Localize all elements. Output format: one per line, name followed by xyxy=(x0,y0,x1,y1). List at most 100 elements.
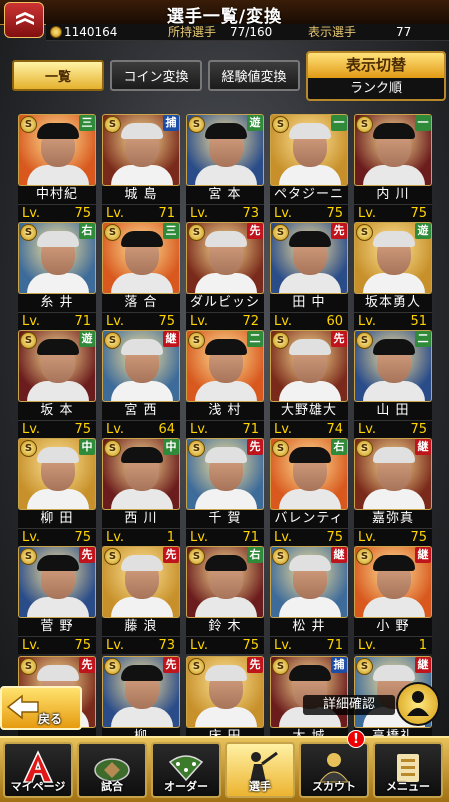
shown-value: 77 xyxy=(396,25,412,39)
player-name: 宮 本 xyxy=(186,186,264,204)
rank-badge-icon: S xyxy=(188,548,205,565)
player-card[interactable]: S 継宮 西 Lv. 64 xyxy=(102,330,180,438)
player-card[interactable]: S 三落 合 Lv. 75 xyxy=(102,222,180,330)
player-card[interactable]: S 右鈴 木 Lv. 75 xyxy=(186,546,264,654)
level-prefix: Lv. xyxy=(190,206,209,221)
position-badge: 捕 xyxy=(331,657,347,673)
player-card[interactable]: S 遊宮 本 Lv. 73 xyxy=(186,114,264,222)
coin-icon xyxy=(50,26,62,38)
tab-coin-convert[interactable]: コイン変換 xyxy=(110,60,202,91)
player-card[interactable]: S 右バレンティンLv. 75 xyxy=(270,438,348,546)
level-value: 75 xyxy=(74,638,91,653)
rank-badge-icon: S xyxy=(188,116,205,133)
player-name: 山 田 xyxy=(354,402,432,420)
player-name: 浅 村 xyxy=(186,402,264,420)
player-name: ダルビッシュ xyxy=(186,294,264,328)
stats-bar: 1140164 所持選手 77/160 表示選手 77 xyxy=(46,24,449,41)
position-badge: 捕 xyxy=(163,115,179,131)
position-badge: 先 xyxy=(331,331,347,347)
nav-mypage-label: マイページ xyxy=(10,780,66,793)
player-card[interactable]: S 先大野雄大 Lv. 74 xyxy=(270,330,348,438)
player-level: Lv. 75 xyxy=(186,636,264,654)
tab-list[interactable]: 一覧 xyxy=(12,60,104,91)
nav-game-label: 試合 xyxy=(101,780,123,793)
position-badge: 三 xyxy=(163,223,179,239)
owned-label: 所持選手 xyxy=(168,25,217,39)
player-card[interactable]: S 二山 田 Lv. 75 xyxy=(354,330,432,438)
player-card[interactable]: S 継嘉弥真 Lv. 75 xyxy=(354,438,432,546)
player-card[interactable]: S先柳Lv. xyxy=(102,656,180,746)
player-card[interactable]: S 右糸 井 Lv. 71 xyxy=(18,222,96,330)
level-prefix: Lv. xyxy=(358,530,377,545)
nav-players[interactable]: 選手 xyxy=(225,742,295,798)
player-card[interactable]: S 継小 野 Lv. 1 xyxy=(354,546,432,654)
player-name: 柳 田 xyxy=(18,510,96,528)
rank-badge-icon: S xyxy=(272,332,289,349)
player-card[interactable]: S 中西 川 Lv. 1 xyxy=(102,438,180,546)
player-card[interactable]: S 遊坂 本 Lv. 75 xyxy=(18,330,96,438)
level-prefix: Lv. xyxy=(106,530,125,545)
level-prefix: Lv. xyxy=(22,422,41,437)
position-badge: 先 xyxy=(331,223,347,239)
bottom-nav: マイページ 試合 オーダー 選手 スカウト メニュー xyxy=(0,736,449,802)
player-card[interactable]: S 捕城 島 Lv. 71 xyxy=(102,114,180,222)
level-value: 51 xyxy=(410,314,427,329)
rank-badge-icon: S xyxy=(272,116,289,133)
player-card[interactable]: S 三中村紀 Lv. 75 xyxy=(18,114,96,222)
back-button[interactable]: 戻る xyxy=(0,686,82,730)
nav-mypage[interactable]: マイページ xyxy=(3,742,73,798)
level-value: 73 xyxy=(242,206,259,221)
position-badge: 一 xyxy=(331,115,347,131)
player-card[interactable]: S 先ダルビッシュLv. 72 xyxy=(186,222,264,330)
position-badge: 右 xyxy=(79,223,95,239)
rank-badge-icon: S xyxy=(104,658,121,675)
level-prefix: Lv. xyxy=(106,638,125,653)
position-badge: 右 xyxy=(247,547,263,563)
display-toggle-button[interactable]: 表示切替 ランク順 xyxy=(306,51,446,101)
player-card[interactable]: S 中柳 田 Lv. 75 xyxy=(18,438,96,546)
player-card[interactable]: S 先菅 野 Lv. 75 xyxy=(18,546,96,654)
player-card[interactable]: S 遊坂本勇人 Lv. 51 xyxy=(354,222,432,330)
position-badge: 先 xyxy=(247,657,263,673)
nav-game[interactable]: 試合 xyxy=(77,742,147,798)
player-name: 大野雄大 xyxy=(270,402,348,420)
nav-menu[interactable]: メニュー xyxy=(373,742,443,798)
player-level: Lv. 64 xyxy=(102,420,180,438)
player-card[interactable]: S 継松 井 Lv. 71 xyxy=(270,546,348,654)
player-level: Lv. 60 xyxy=(270,312,348,330)
rank-badge-icon: S xyxy=(104,440,121,457)
player-card[interactable]: S 先田 中 Lv. 60 xyxy=(270,222,348,330)
level-prefix: Lv. xyxy=(274,206,293,221)
level-value: 72 xyxy=(242,314,259,329)
level-value: 75 xyxy=(410,530,427,545)
tab-exp-convert[interactable]: 経験値変換 xyxy=(208,60,300,91)
detail-check-label[interactable]: 詳細確認 xyxy=(303,695,395,715)
player-name: 田 中 xyxy=(270,294,348,312)
rank-badge-icon: S xyxy=(104,332,121,349)
player-card[interactable]: S先床 田Lv. xyxy=(186,656,264,746)
player-card[interactable]: S 二浅 村 Lv. 71 xyxy=(186,330,264,438)
level-prefix: Lv. xyxy=(274,530,293,545)
display-toggle-title: 表示切替 xyxy=(308,53,444,78)
position-badge: 遊 xyxy=(247,115,263,131)
rank-badge-icon: S xyxy=(356,658,373,675)
player-card[interactable]: S 一内 川 Lv. 75 xyxy=(354,114,432,222)
player-level: Lv. 73 xyxy=(102,636,180,654)
nav-order[interactable]: オーダー xyxy=(151,742,221,798)
player-name: 千 賀 xyxy=(186,510,264,528)
rank-badge-icon: S xyxy=(20,332,37,349)
player-card[interactable]: S 先千 賀 Lv. 71 xyxy=(186,438,264,546)
player-card[interactable]: S 一ペタジーニ Lv. 75 xyxy=(270,114,348,222)
rank-badge-icon: S xyxy=(20,658,37,675)
level-prefix: Lv. xyxy=(274,314,293,329)
player-name: 落 合 xyxy=(102,294,180,312)
position-badge: 先 xyxy=(247,439,263,455)
position-badge: 先 xyxy=(163,657,179,673)
rank-badge-icon: S xyxy=(188,332,205,349)
player-level: Lv. 75 xyxy=(270,204,348,222)
rank-badge-icon: S xyxy=(272,224,289,241)
player-card[interactable]: S 先藤 浪 Lv. 73 xyxy=(102,546,180,654)
nav-scout[interactable]: スカウト xyxy=(299,742,369,798)
detail-check-button[interactable] xyxy=(396,682,440,726)
player-name: バレンティン xyxy=(270,510,348,544)
